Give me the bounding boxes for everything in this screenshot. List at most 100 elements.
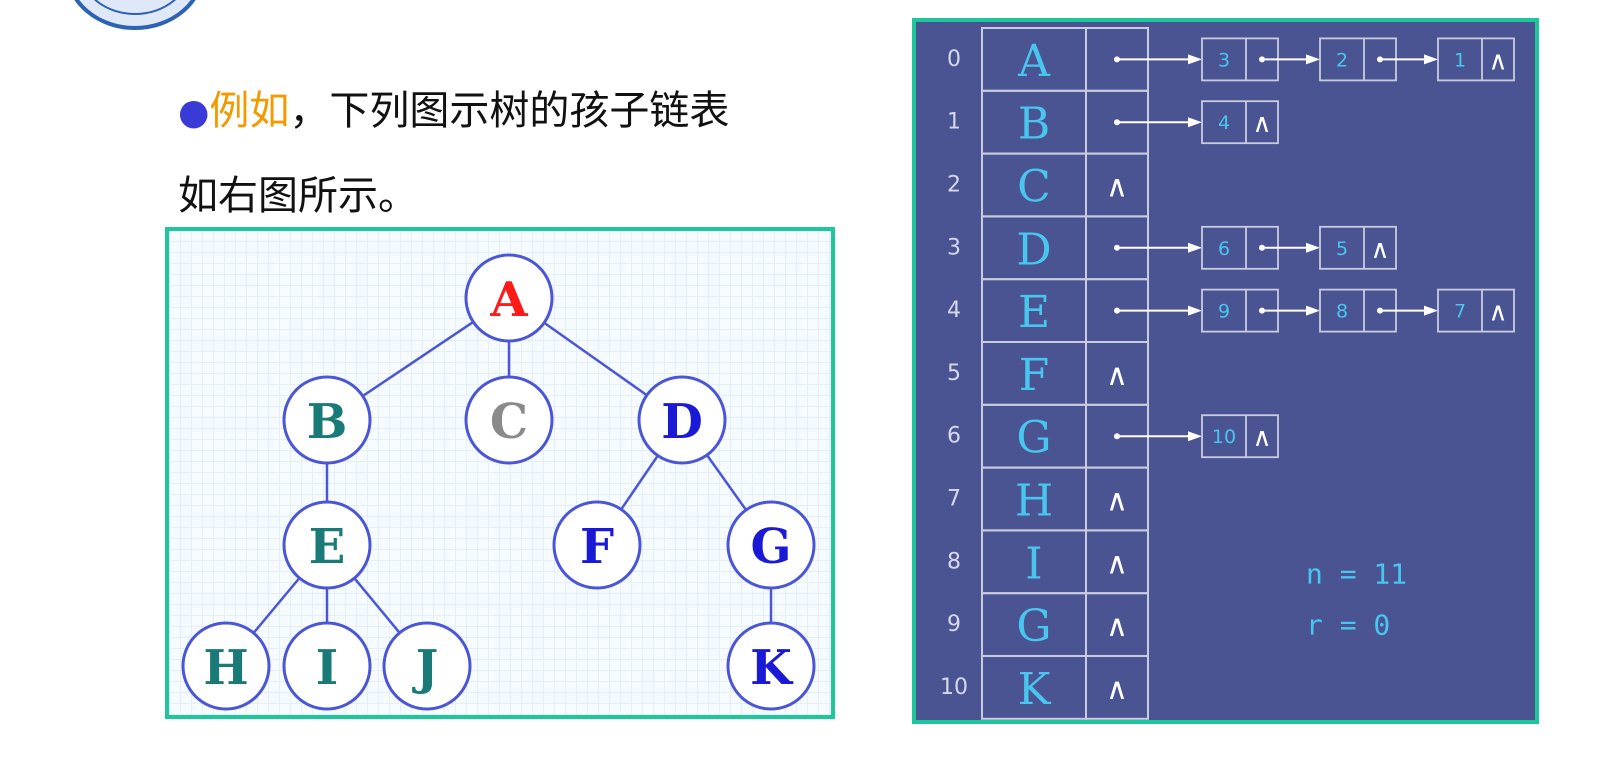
arrow-head-icon [1188, 117, 1202, 128]
list-row-5: 5 F ∧ [947, 341, 1149, 406]
list-row-4: 4 E 9 8 7 ∧ [947, 278, 1515, 344]
tree-node-j: J [382, 621, 472, 711]
child-node-index: 6 [1218, 238, 1230, 260]
tree-node-label: C [490, 394, 528, 450]
intro-line-2: 如右图所示。 [178, 173, 418, 219]
row-letter: G [1016, 413, 1051, 464]
bullet-icon: ● [178, 92, 210, 133]
child-node: 1 ∧ [1437, 37, 1515, 82]
tree-node-label: B [307, 394, 348, 450]
row-letter: D [1016, 224, 1051, 275]
row-letter: I [1025, 538, 1042, 589]
row-index: 0 [947, 47, 961, 72]
row-index: 1 [947, 110, 961, 135]
child-node: 4 ∧ [1201, 100, 1279, 145]
tree-edge-e-j [353, 577, 401, 634]
tree-node-g: G [726, 500, 816, 590]
tree-node-label: J [412, 640, 439, 696]
null-pointer-icon: ∧ [1106, 546, 1128, 581]
row-index: 7 [947, 487, 961, 512]
tree-node-d: D [637, 375, 727, 465]
row-index: 5 [947, 361, 961, 386]
tree-edge-e-h [252, 577, 301, 634]
arrow-head-icon [1188, 242, 1202, 253]
tree-edge-d-g [705, 454, 748, 511]
child-node-index: 5 [1336, 238, 1348, 260]
null-pointer-icon: ∧ [1488, 298, 1507, 328]
child-list-diagram: 0 A 3 2 1 ∧1 B 4 ∧2 C ∧3 D 6 5 ∧4 E 9 8 7 ∧5 F ∧6 G 10 ∧7 H ∧8 I ∧9 G… [940, 27, 1515, 720]
row-index: 10 [940, 675, 968, 700]
tree-node-label: D [661, 394, 703, 450]
row-letter: G [1016, 601, 1051, 652]
child-node-index: 8 [1336, 301, 1348, 323]
null-pointer-icon: ∧ [1106, 358, 1128, 393]
row-letter: E [1018, 287, 1050, 338]
arrow-head-icon [1306, 305, 1320, 316]
tree-node-k: K [726, 621, 816, 711]
row-letter: F [1019, 350, 1050, 401]
list-row-2: 2 C ∧ [947, 152, 1149, 218]
arrow-head-icon [1306, 54, 1320, 65]
row-letter: A [1017, 36, 1051, 87]
row-index: 2 [947, 173, 961, 198]
row-letter: H [1015, 476, 1053, 527]
child-node-index: 1 [1454, 49, 1466, 71]
tree-node-label: I [316, 640, 338, 696]
row-letter: C [1017, 162, 1051, 213]
param-text: r = 0 [1306, 609, 1390, 642]
list-row-1: 1 B 4 ∧ [947, 89, 1279, 155]
tree-node-h: H [181, 621, 271, 711]
list-row-7: 7 H ∧ [947, 466, 1149, 532]
null-pointer-icon: ∧ [1252, 423, 1271, 453]
intro-line-1-rest: ，下列图示树的孩子链表 [289, 88, 730, 134]
intro-line-1: ●例如，下列图示树的孩子链表 [178, 78, 729, 136]
row-letter: B [1018, 99, 1050, 150]
tree-node-i: I [282, 621, 372, 711]
child-node-index: 7 [1454, 301, 1466, 323]
row-index: 9 [947, 612, 961, 637]
null-pointer-icon: ∧ [1106, 170, 1128, 205]
list-row-6: 6 G 10 ∧ [947, 403, 1279, 469]
tree-node-a: A [464, 253, 554, 343]
child-node-index: 2 [1336, 49, 1348, 71]
child-node: 7 ∧ [1437, 288, 1515, 333]
row-letter: K [1018, 664, 1052, 715]
null-pointer-icon: ∧ [1370, 235, 1389, 265]
arrow-head-icon [1306, 242, 1320, 253]
list-row-9: 9 G ∧ [947, 592, 1149, 658]
arrow-head-icon [1424, 305, 1438, 316]
university-logo [74, 0, 196, 30]
row-index: 6 [947, 424, 961, 449]
null-pointer-icon: ∧ [1106, 672, 1128, 707]
arrow-head-icon [1188, 431, 1202, 442]
list-row-10: 10 K ∧ [940, 655, 1149, 720]
tree-node-label: E [309, 519, 346, 575]
child-list-panel: 0 A 3 2 1 ∧ 1 B 4 ∧ 2 C ∧ 3 D 6 5 ∧ 4 E 9 8 7 ∧ 5 F ∧ 6 G 10 ∧ 7 H ∧ 8 I ∧ 9 G… [912, 18, 1539, 724]
arrow-head-icon [1188, 54, 1202, 65]
child-node-index: 4 [1218, 112, 1230, 134]
child-node: 5 ∧ [1319, 225, 1397, 270]
null-pointer-icon: ∧ [1106, 609, 1128, 644]
row-index: 3 [947, 235, 961, 260]
tree-edge-a-d [543, 321, 648, 397]
null-pointer-icon: ∧ [1252, 109, 1271, 139]
row-index: 4 [947, 298, 961, 323]
child-node: 10 ∧ [1201, 414, 1279, 459]
tree-edge-a-b [362, 320, 474, 398]
tree-diagram-panel: A B C D E F G H I J K [165, 227, 835, 719]
tree-node-label: K [750, 640, 794, 696]
child-node-index: 10 [1212, 426, 1236, 448]
tree-node-label: G [751, 519, 792, 575]
tree-node-label: A [489, 272, 528, 328]
arrow-head-icon [1424, 54, 1438, 65]
tree-diagram: A B C D E F G H I J K [181, 253, 816, 711]
intro-highlight: 例如 [209, 88, 290, 134]
child-node-index: 3 [1218, 49, 1230, 71]
null-pointer-icon: ∧ [1488, 46, 1507, 76]
null-pointer-icon: ∧ [1106, 484, 1128, 519]
tree-node-c: C [464, 375, 554, 465]
list-row-0: 0 A 3 2 1 ∧ [947, 27, 1515, 92]
list-row-3: 3 D 6 5 ∧ [947, 215, 1397, 281]
tree-node-label: H [203, 640, 248, 696]
tree-node-e: E [282, 500, 372, 590]
